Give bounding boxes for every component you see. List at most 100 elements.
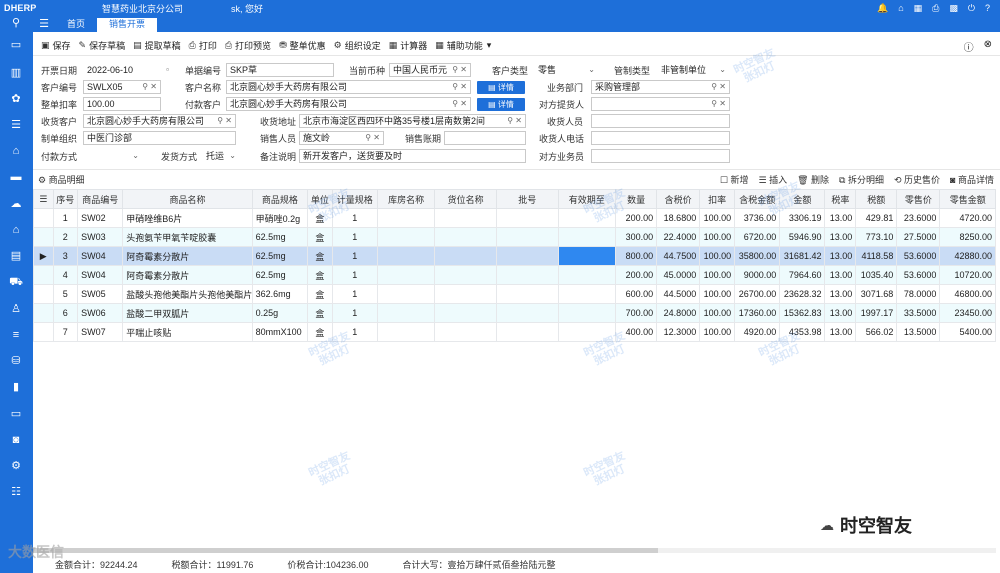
table-cell[interactable] — [434, 303, 497, 323]
chart-icon[interactable]: ▮ — [9, 380, 23, 394]
pay-customer-field[interactable]: 北京圆心妙手大药房有限公司 ⚲ ✕ — [226, 97, 471, 111]
calendar-icon[interactable]: ▫ — [166, 64, 169, 76]
cart-icon[interactable]: ⛟ — [9, 275, 23, 289]
table-cell[interactable]: 44.7500 — [656, 246, 701, 266]
table-cell[interactable]: 3736.00 — [734, 208, 781, 228]
table-cell[interactable]: 80mmX100 — [251, 322, 309, 342]
table-row[interactable]: 6 SW06 盐酸二甲双胍片 0.25g 盒 1 700.00 24.8000 100.00 17… — [33, 303, 996, 323]
table-cell[interactable]: 429.81 — [855, 208, 898, 228]
search-clear-icon[interactable]: ⚲ ✕ — [507, 115, 522, 127]
search-clear-icon[interactable]: ⚲ ✕ — [365, 132, 380, 144]
table-cell[interactable] — [376, 284, 436, 304]
col-price[interactable]: 含税价 — [656, 189, 701, 209]
table-cell[interactable]: 甲硝唑维B6片 — [122, 208, 253, 228]
col-tax-amount[interactable]: 含税金额 — [734, 189, 781, 209]
table-cell[interactable]: 23450.00 — [939, 303, 996, 323]
document-icon[interactable]: ▤ — [9, 249, 23, 263]
table-cell[interactable]: 33.5000 — [896, 303, 941, 323]
org-icon[interactable]: ♙ — [9, 302, 23, 316]
salesperson-field[interactable]: 施文岭 ⚲ ✕ — [299, 131, 384, 145]
close-circle-icon[interactable]: ⊗ — [984, 39, 992, 54]
user-greeting[interactable]: sk, 您好 — [231, 2, 263, 15]
add-row-button[interactable]: ☐ 新增 — [720, 173, 749, 186]
table-cell[interactable]: 10720.00 — [939, 265, 996, 285]
help-icon[interactable]: ? — [985, 3, 990, 13]
col-rate[interactable]: 扣率 — [699, 189, 736, 209]
customer-detail-button[interactable]: ▤ 详情 — [477, 81, 525, 94]
table-cell[interactable]: 200.00 — [615, 265, 658, 285]
table-cell[interactable]: SW02 — [77, 208, 124, 228]
table-cell[interactable]: 53.6000 — [896, 265, 941, 285]
receive-addr-field[interactable]: 北京市海淀区西四环中路35号楼1层南数第2间 ⚲ ✕ — [299, 114, 526, 128]
print-preview-button[interactable]: ⎙ 打印预览 — [225, 39, 271, 52]
home-icon[interactable]: ⌂ — [898, 3, 903, 13]
col-location[interactable]: 货位名称 — [434, 189, 497, 209]
table-cell[interactable]: 362.6mg — [251, 284, 309, 304]
table-cell[interactable]: SW05 — [77, 284, 124, 304]
table-row[interactable]: ▶ 3 SW04 阿奇霉素分散片 62.5mg 盒 1 800.00 44.7500 100.00… — [33, 246, 996, 266]
table-cell[interactable]: 13.00 — [824, 227, 857, 247]
home-side-icon[interactable]: ⌂ — [9, 144, 23, 158]
table-cell[interactable]: 62.5mg — [251, 246, 309, 266]
table-cell[interactable]: SW07 — [77, 322, 124, 342]
table-cell[interactable]: 盒 — [307, 303, 333, 323]
table-row[interactable]: 7 SW07 平喘止咳贴 80mmX100 盒 1 400.00 12.3000 100.00 4… — [33, 322, 996, 342]
table-cell[interactable]: 3306.19 — [779, 208, 826, 228]
table-cell[interactable] — [434, 208, 497, 228]
table-cell[interactable]: 5400.00 — [939, 322, 996, 342]
receiver-field[interactable]: 北京圆心妙手大药房有限公司 ⚲ ✕ — [83, 114, 236, 128]
table-cell[interactable]: 3 — [52, 246, 79, 266]
table-cell[interactable]: 1 — [52, 208, 79, 228]
discount-rate-field[interactable]: 100.00 — [83, 97, 161, 111]
table-cell[interactable]: 46800.00 — [939, 284, 996, 304]
scrollbar-thumb[interactable] — [33, 548, 658, 553]
table-cell[interactable]: 13.00 — [824, 246, 857, 266]
camera-icon[interactable]: ◙ — [9, 433, 23, 447]
database-icon[interactable]: ⛁ — [9, 354, 23, 368]
remark-field[interactable]: 新开发客户，送货要及时 — [299, 149, 526, 163]
col-retail[interactable]: 零售价 — [896, 189, 941, 209]
table-cell[interactable]: 200.00 — [615, 208, 658, 228]
customer-code-field[interactable]: SWLX05 ⚲ ✕ — [83, 80, 161, 94]
table-cell[interactable] — [376, 265, 436, 285]
table-cell[interactable]: 100.00 — [699, 265, 736, 285]
table-cell[interactable]: 24.8000 — [656, 303, 701, 323]
table-cell[interactable] — [495, 265, 559, 285]
customer-type-select[interactable]: 零售 ⌄ — [534, 63, 599, 77]
table-cell[interactable]: 3071.68 — [855, 284, 898, 304]
table-row[interactable]: 4 SW04 阿奇霉素分散片 62.5mg 盒 1 200.00 45.0000 100.00 9… — [33, 265, 996, 285]
print-icon[interactable]: ⎙ — [932, 3, 939, 14]
connect-icon[interactable]: ⚙ — [9, 459, 23, 473]
table-cell[interactable]: 100.00 — [699, 208, 736, 228]
aux-button[interactable]: ▦ 辅助功能 ▾ — [435, 39, 491, 52]
table-cell[interactable]: 甲硝唑0.2g — [251, 208, 309, 228]
table-cell[interactable]: 6 — [52, 303, 79, 323]
goods-detail-button[interactable]: ◙ 商品详情 — [950, 173, 994, 186]
table-cell[interactable]: 1 — [331, 227, 378, 247]
table-cell[interactable]: 800.00 — [615, 246, 658, 266]
print-button[interactable]: ⎙ 打印 — [189, 39, 217, 52]
table-cell[interactable]: 566.02 — [855, 322, 898, 342]
table-cell[interactable]: 26700.00 — [734, 284, 781, 304]
table-cell[interactable]: 15362.83 — [779, 303, 826, 323]
insert-row-button[interactable]: ☰ 插入 — [758, 173, 787, 186]
menu-icon[interactable]: ☰ — [33, 16, 55, 32]
table-row[interactable]: 1 SW02 甲硝唑维B6片 甲硝唑0.2g 盒 1 200.00 18.6800 100.00… — [33, 208, 996, 228]
table-cell[interactable]: 62.5mg — [251, 227, 309, 247]
pay-method-select[interactable]: ⌄ — [83, 149, 143, 163]
search-clear-icon[interactable]: ⚲ ✕ — [711, 98, 726, 110]
table-cell[interactable]: 13.00 — [824, 265, 857, 285]
table-cell[interactable]: 12.3000 — [656, 322, 701, 342]
building-icon[interactable]: ▦ — [914, 3, 923, 14]
table-cell[interactable]: 53.6000 — [896, 246, 941, 266]
table-cell[interactable] — [495, 284, 559, 304]
table-row[interactable]: 5 SW05 盐酸头孢他美酯片头孢他美酯片 362.6mg 盒 1 600.00 44.500… — [33, 284, 996, 304]
ship-method-select[interactable]: 托运 ⌄ — [202, 149, 240, 163]
table-cell[interactable]: 4720.00 — [939, 208, 996, 228]
column-menu-icon[interactable]: ☰ — [33, 189, 54, 209]
table-cell[interactable]: 27.5000 — [896, 227, 941, 247]
table-cell[interactable]: 1 — [331, 284, 378, 304]
receive-person-field[interactable] — [591, 114, 730, 128]
table-cell[interactable]: 7 — [52, 322, 79, 342]
delete-row-button[interactable]: 🗑 删除 — [797, 173, 829, 186]
